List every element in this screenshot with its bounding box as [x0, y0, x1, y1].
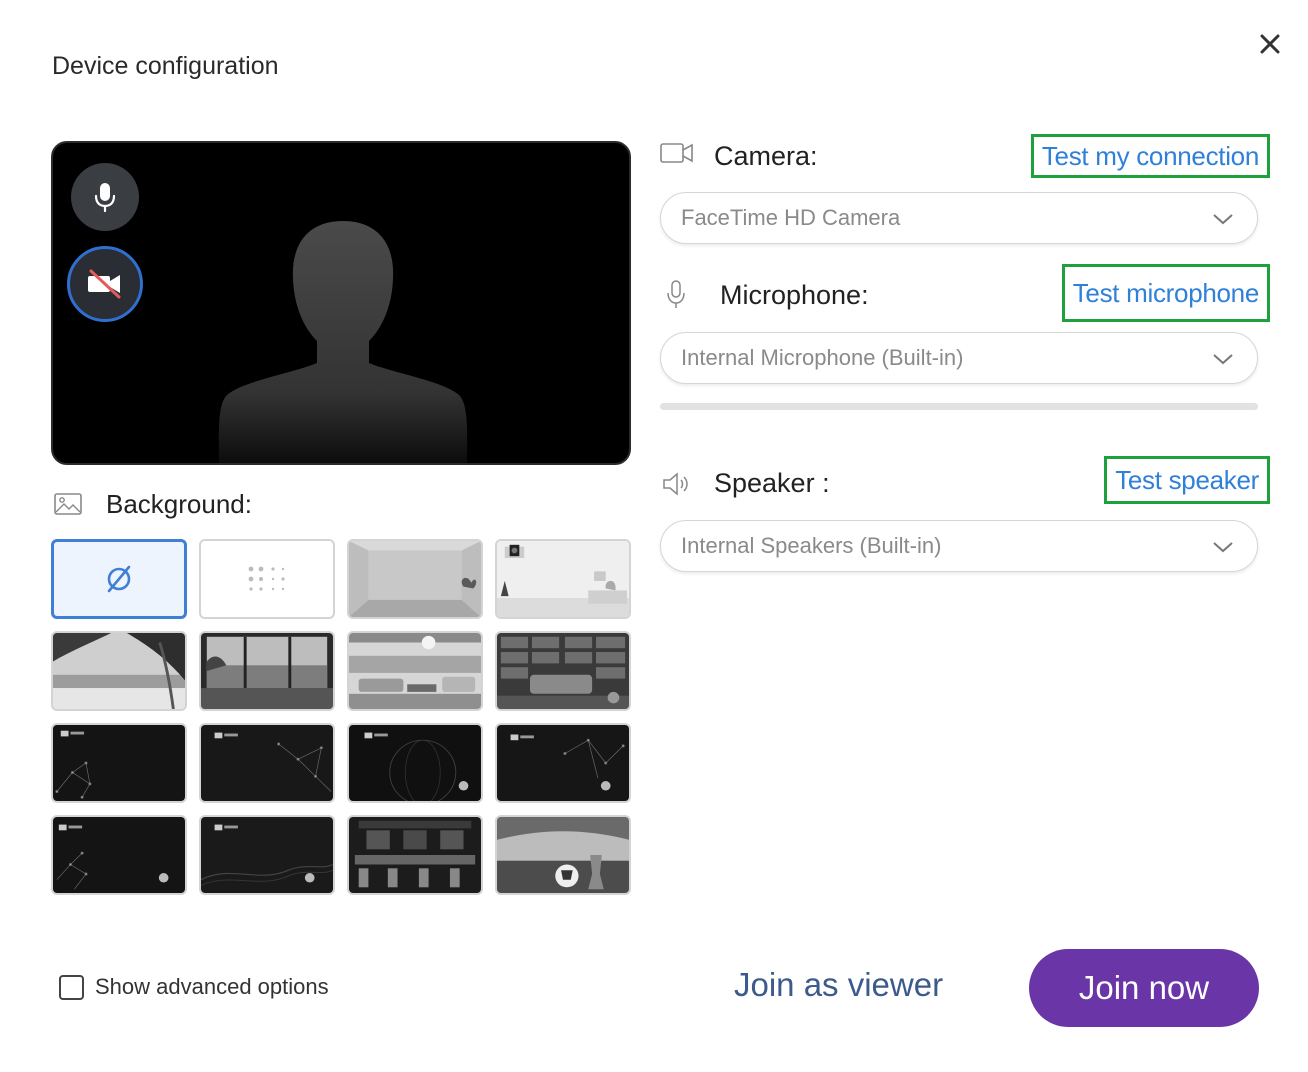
background-tile-empty-room[interactable] [347, 539, 483, 619]
microphone-select-value: Internal Microphone (Built-in) [681, 345, 964, 370]
camera-toggle-button[interactable] [67, 246, 143, 322]
video-camera-icon [660, 143, 693, 163]
background-label: Background: [106, 488, 252, 519]
dark-network-scene-3 [497, 725, 629, 801]
background-tile-white-room-camera[interactable] [495, 539, 631, 619]
background-tile-beach-palms[interactable] [51, 631, 187, 711]
dark-globe-scene [349, 725, 481, 801]
background-tile-dark-network-3[interactable] [495, 723, 631, 803]
dark-network-scene-1 [53, 725, 185, 801]
join-now-button[interactable]: Join now [1029, 949, 1259, 1027]
speaker-label: Speaker : [714, 468, 830, 498]
dark-network-scene-2 [201, 725, 333, 801]
close-button[interactable] [1254, 28, 1286, 60]
background-tile-stadium-trophy[interactable] [495, 815, 631, 895]
library-scene [497, 633, 629, 709]
join-as-viewer-button[interactable]: Join as viewer [734, 966, 943, 1004]
chevron-down-icon [1213, 214, 1233, 225]
camera-select-value: FaceTime HD Camera [681, 205, 901, 230]
camera-off-icon [88, 269, 121, 299]
stadium-scene [497, 817, 629, 893]
background-tile-modern-living-room[interactable] [347, 631, 483, 711]
test-microphone-link[interactable]: Test microphone [1061, 264, 1270, 322]
speaker-select[interactable]: Internal Speakers (Built-in) [660, 520, 1258, 572]
user-silhouette-icon [218, 221, 468, 463]
camera-label: Camera: [714, 141, 818, 171]
dark-network-scene-4 [53, 817, 185, 893]
background-tile-dark-network-1[interactable] [51, 723, 187, 803]
bar-interior-scene [349, 817, 481, 893]
chevron-down-icon [1213, 354, 1233, 365]
speaker-icon [663, 472, 688, 496]
microphone-row: Microphone: Test microphone [660, 264, 1270, 322]
microphone-outline-icon [667, 280, 685, 308]
background-tile-bookshelf-library[interactable] [495, 631, 631, 711]
close-icon [1260, 34, 1280, 54]
beach-scene [53, 633, 185, 709]
background-tile-none[interactable] [51, 539, 187, 619]
ocean-window-scene [201, 633, 333, 709]
background-tile-dark-network-2[interactable] [199, 723, 335, 803]
image-icon [54, 493, 82, 515]
microphone-label: Microphone: [720, 280, 869, 310]
white-room-scene [497, 541, 629, 617]
background-grid [51, 539, 631, 895]
test-speaker-link[interactable]: Test speaker [1104, 456, 1270, 504]
microphone-select[interactable]: Internal Microphone (Built-in) [660, 332, 1258, 384]
background-tile-bar-interior[interactable] [347, 815, 483, 895]
dialog-title: Device configuration [52, 52, 279, 80]
speaker-row: Speaker : Test speaker [660, 456, 1270, 504]
test-connection-link[interactable]: Test my connection [1030, 134, 1270, 178]
advanced-options-checkbox[interactable] [59, 974, 84, 1000]
chevron-down-icon [1213, 542, 1233, 553]
background-tile-dark-waves[interactable] [199, 815, 335, 895]
speaker-select-value: Internal Speakers (Built-in) [681, 533, 942, 558]
microphone-icon [94, 183, 116, 213]
background-tile-ocean-window[interactable] [199, 631, 335, 711]
microphone-level-bar [660, 403, 1258, 410]
background-tile-dark-globe[interactable] [347, 723, 483, 803]
empty-room-scene [349, 541, 481, 617]
blur-icon [248, 566, 285, 591]
living-room-scene [349, 633, 481, 709]
camera-row: Camera: Test my connection [660, 134, 1270, 178]
advanced-options-label: Show advanced options [95, 974, 329, 999]
dark-waves-scene [201, 817, 333, 893]
background-label-row: Background: [54, 486, 252, 522]
no-background-icon [107, 565, 131, 593]
camera-select[interactable]: FaceTime HD Camera [660, 192, 1258, 244]
mic-toggle-button[interactable] [71, 163, 139, 231]
video-preview [51, 141, 631, 465]
background-tile-dark-network-4[interactable] [51, 815, 187, 895]
background-tile-blur[interactable] [199, 539, 335, 619]
advanced-options-toggle[interactable]: Show advanced options [59, 974, 329, 1000]
